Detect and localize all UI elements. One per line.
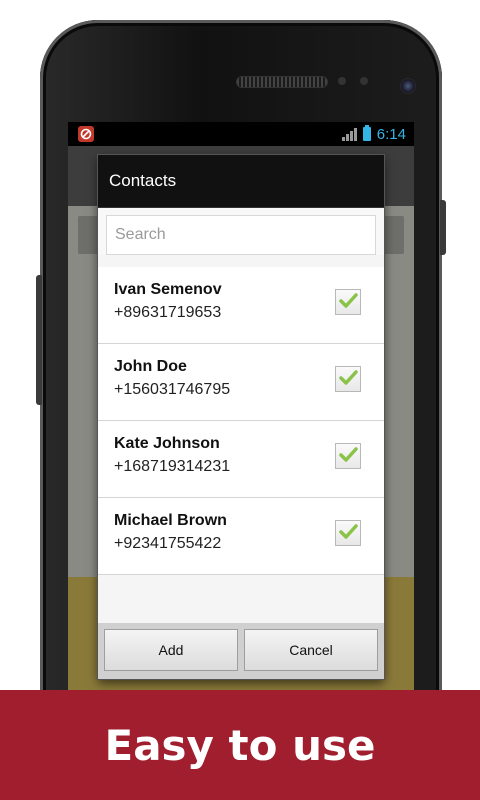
dialog-title: Contacts — [98, 155, 384, 208]
checkmark-icon — [339, 370, 358, 385]
search-input[interactable] — [106, 215, 376, 255]
contact-phone: +156031746795 — [114, 381, 231, 398]
contact-checkbox[interactable] — [335, 366, 361, 392]
promo-banner: Easy to use — [0, 690, 480, 800]
add-button[interactable]: Add — [104, 629, 238, 671]
proximity-sensor — [338, 77, 346, 85]
contact-item[interactable]: Michael Brown +92341755422 — [98, 498, 384, 575]
status-bar: 6:14 — [68, 122, 414, 146]
banner-text: Easy to use — [104, 720, 376, 770]
contact-name: Ivan Semenov — [114, 281, 222, 298]
cancel-button[interactable]: Cancel — [244, 629, 378, 671]
signal-icon — [341, 127, 357, 141]
contact-item[interactable]: John Doe +156031746795 — [98, 344, 384, 421]
checkmark-icon — [339, 447, 358, 462]
contact-phone: +89631719653 — [114, 304, 222, 321]
checkmark-icon — [339, 524, 358, 539]
contact-name: Kate Johnson — [114, 435, 220, 452]
contact-checkbox[interactable] — [335, 443, 361, 469]
contact-name: Michael Brown — [114, 512, 227, 529]
power-button — [440, 200, 446, 255]
contact-phone: +168719314231 — [114, 458, 231, 475]
contacts-dialog: Contacts Ivan Semenov +89631719653 John … — [98, 155, 384, 679]
battery-icon — [362, 125, 371, 141]
contact-checkbox[interactable] — [335, 520, 361, 546]
front-camera-icon — [400, 78, 416, 94]
contact-name: John Doe — [114, 358, 187, 375]
contact-item[interactable]: Ivan Semenov +89631719653 — [98, 267, 384, 344]
dialog-footer: Add Cancel — [98, 623, 384, 679]
earpiece-speaker — [236, 76, 328, 88]
light-sensor — [360, 77, 368, 85]
search-container — [98, 208, 384, 255]
contact-checkbox[interactable] — [335, 289, 361, 315]
checkmark-icon — [339, 293, 358, 308]
contact-item[interactable]: Kate Johnson +168719314231 — [98, 421, 384, 498]
contact-list: Ivan Semenov +89631719653 John Doe +1560… — [98, 267, 384, 575]
status-time: 6:14 — [376, 125, 406, 143]
volume-button — [36, 275, 42, 405]
app-notification-icon — [78, 126, 94, 142]
contact-phone: +92341755422 — [114, 535, 222, 552]
